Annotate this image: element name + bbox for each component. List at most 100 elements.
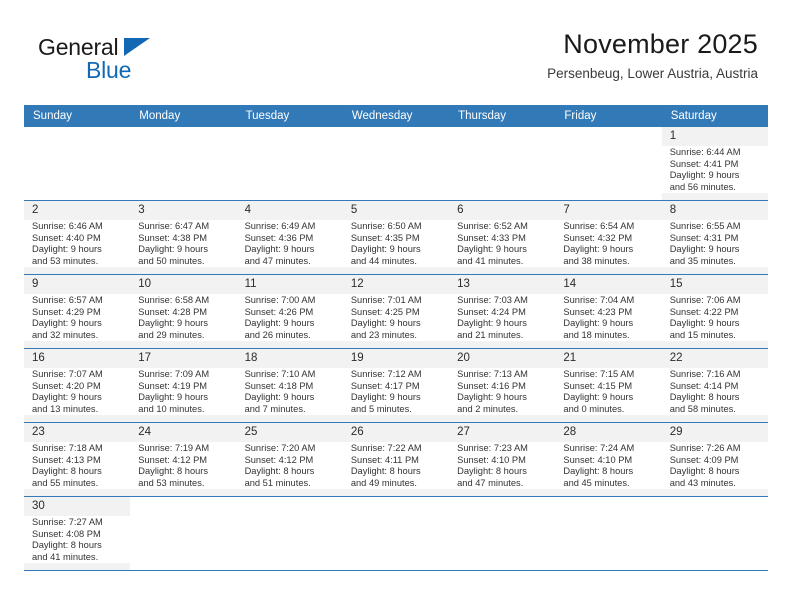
calendar-day-cell[interactable]: 18 Sunrise: 7:10 AM Sunset: 4:18 PM Dayligh…	[236, 348, 343, 423]
day-details: Sunrise: 7:15 AM Sunset: 4:15 PM Daylight:…	[555, 368, 662, 416]
calendar-day-cell[interactable]: 25 Sunrise: 7:20 AM Sunset: 4:12 PM Dayligh…	[236, 422, 343, 497]
daylight-text: Daylight: 8 hours	[32, 540, 102, 551]
sunset-text: Sunset: 4:14 PM	[669, 380, 739, 391]
daylight-text-cont: and 32 minutes.	[32, 329, 99, 340]
calendar-day-cell[interactable]: 19 Sunrise: 7:12 AM Sunset: 4:17 PM Dayligh…	[342, 348, 450, 423]
calendar-day-cell[interactable]: 2 Sunrise: 6:46 AM Sunset: 4:40 PM Daylight…	[24, 200, 131, 275]
calendar-day-cell[interactable]: 30 Sunrise: 7:27 AM Sunset: 4:08 PM Dayligh…	[24, 496, 131, 571]
daylight-text: Daylight: 8 hours	[138, 466, 209, 477]
calendar-cell-inner: 8 Sunrise: 6:55 AM Sunset: 4:31 PM Daylight…	[661, 201, 768, 274]
weekday-header-monday: Monday	[130, 105, 237, 127]
calendar-cell-empty	[555, 496, 662, 571]
calendar-day-cell[interactable]: 13 Sunrise: 7:03 AM Sunset: 4:24 PM Dayligh…	[449, 274, 556, 349]
daylight-text: Daylight: 8 hours	[457, 466, 527, 477]
daylight-text: Daylight: 9 hours	[563, 318, 634, 329]
daylight-text: Daylight: 9 hours	[350, 318, 421, 329]
daylight-text-cont: and 15 minutes.	[669, 329, 736, 340]
calendar-day-cell[interactable]: 12 Sunrise: 7:01 AM Sunset: 4:25 PM Dayligh…	[342, 274, 450, 349]
calendar-day-cell[interactable]: 22 Sunrise: 7:16 AM Sunset: 4:14 PM Dayligh…	[661, 348, 768, 423]
calendar-day-cell[interactable]: 7 Sunrise: 6:54 AM Sunset: 4:32 PM Daylight…	[555, 200, 662, 275]
calendar-day-cell[interactable]: 11 Sunrise: 7:00 AM Sunset: 4:26 PM Dayligh…	[236, 274, 343, 349]
calendar-cell-inner: 10 Sunrise: 6:58 AM Sunset: 4:28 PM Dayligh…	[130, 275, 237, 348]
day-number: 18	[244, 352, 258, 364]
daylight-text-cont: and 55 minutes.	[32, 477, 99, 488]
calendar-day-cell[interactable]: 16 Sunrise: 7:07 AM Sunset: 4:20 PM Dayligh…	[24, 348, 131, 423]
calendar-day-cell[interactable]: 14 Sunrise: 7:04 AM Sunset: 4:23 PM Dayligh…	[555, 274, 662, 349]
sunrise-text: Sunrise: 7:18 AM	[32, 443, 103, 453]
calendar-day-cell[interactable]: 23 Sunrise: 7:18 AM Sunset: 4:13 PM Dayligh…	[24, 422, 131, 497]
calendar-cell-inner: 23 Sunrise: 7:18 AM Sunset: 4:13 PM Dayligh…	[24, 423, 131, 496]
sunset-text: Sunset: 4:40 PM	[32, 232, 101, 243]
calendar-day-cell[interactable]: 10 Sunrise: 6:58 AM Sunset: 4:28 PM Dayligh…	[130, 274, 237, 349]
sunrise-text: Sunrise: 7:09 AM	[138, 369, 210, 379]
day-details: Sunrise: 7:00 AM Sunset: 4:26 PM Daylight:…	[236, 294, 343, 342]
sunrise-text: Sunrise: 7:26 AM	[669, 443, 741, 453]
sunrise-text: Sunrise: 7:12 AM	[350, 369, 422, 379]
calendar-day-cell[interactable]: 27 Sunrise: 7:23 AM Sunset: 4:10 PM Dayligh…	[449, 422, 556, 497]
day-details: Sunrise: 6:57 AM Sunset: 4:29 PM Daylight:…	[24, 294, 131, 342]
calendar-day-cell[interactable]: 21 Sunrise: 7:15 AM Sunset: 4:15 PM Dayligh…	[555, 348, 662, 423]
calendar-cell-inner	[130, 497, 236, 570]
sunrise-text: Sunrise: 6:50 AM	[350, 221, 422, 231]
daylight-text: Daylight: 9 hours	[669, 318, 740, 329]
sunrise-text: Sunrise: 7:10 AM	[244, 369, 316, 379]
calendar-day-cell[interactable]: 29 Sunrise: 7:26 AM Sunset: 4:09 PM Dayligh…	[661, 422, 768, 497]
day-number: 25	[244, 426, 258, 438]
day-details: Sunrise: 7:10 AM Sunset: 4:18 PM Daylight:…	[236, 368, 343, 416]
calendar-cell-inner	[130, 127, 236, 200]
calendar-day-cell[interactable]: 3 Sunrise: 6:47 AM Sunset: 4:38 PM Daylight…	[130, 200, 237, 275]
calendar-day-cell[interactable]: 20 Sunrise: 7:13 AM Sunset: 4:16 PM Dayligh…	[449, 348, 556, 423]
day-details: Sunrise: 7:01 AM Sunset: 4:25 PM Daylight:…	[342, 294, 450, 342]
daylight-text-cont: and 47 minutes.	[457, 477, 524, 488]
brand-logo[interactable]: General Blue	[38, 34, 188, 86]
calendar-day-cell[interactable]: 24 Sunrise: 7:19 AM Sunset: 4:12 PM Dayligh…	[130, 422, 237, 497]
sunrise-text: Sunrise: 7:13 AM	[457, 369, 528, 379]
daylight-text-cont: and 45 minutes.	[563, 477, 630, 488]
day-number: 14	[563, 278, 577, 290]
weekday-header-row: Sunday Monday Tuesday Wednesday Thursday Frid…	[24, 105, 768, 127]
calendar-day-cell[interactable]: 9 Sunrise: 6:57 AM Sunset: 4:29 PM Daylight…	[24, 274, 131, 349]
calendar-cell-inner: 13 Sunrise: 7:03 AM Sunset: 4:24 PM Dayligh…	[449, 275, 556, 348]
calendar-cell-inner: 16 Sunrise: 7:07 AM Sunset: 4:20 PM Dayligh…	[24, 349, 131, 422]
calendar-day-cell[interactable]: 28 Sunrise: 7:24 AM Sunset: 4:10 PM Dayligh…	[555, 422, 662, 497]
page-title: November 2025	[563, 29, 758, 59]
daylight-text-cont: and 35 minutes.	[669, 255, 736, 266]
daylight-text-cont: and 18 minutes.	[563, 329, 630, 340]
day-details: Sunrise: 7:27 AM Sunset: 4:08 PM Daylight:…	[24, 516, 131, 564]
day-details: Sunrise: 7:03 AM Sunset: 4:24 PM Daylight:…	[449, 294, 556, 342]
daylight-text-cont: and 44 minutes.	[350, 255, 417, 266]
calendar-cell-inner: 25 Sunrise: 7:20 AM Sunset: 4:12 PM Dayligh…	[236, 423, 343, 496]
daylight-text: Daylight: 9 hours	[350, 244, 421, 255]
sunrise-text: Sunrise: 6:52 AM	[457, 221, 528, 231]
day-number: 3	[138, 204, 145, 216]
calendar-day-cell[interactable]: 4 Sunrise: 6:49 AM Sunset: 4:36 PM Daylight…	[236, 200, 343, 275]
sunset-text: Sunset: 4:35 PM	[350, 232, 420, 243]
calendar-day-cell[interactable]: 15 Sunrise: 7:06 AM Sunset: 4:22 PM Dayligh…	[661, 274, 768, 349]
sunset-text: Sunset: 4:19 PM	[138, 380, 208, 391]
calendar-day-cell[interactable]: 6 Sunrise: 6:52 AM Sunset: 4:33 PM Daylight…	[449, 200, 556, 275]
calendar-day-cell[interactable]: 1 Sunrise: 6:44 AM Sunset: 4:41 PM Daylight…	[661, 127, 768, 201]
day-details: Sunrise: 7:07 AM Sunset: 4:20 PM Daylight:…	[24, 368, 131, 416]
calendar-week-row: 9 Sunrise: 6:57 AM Sunset: 4:29 PM Daylight…	[24, 274, 768, 349]
calendar-day-cell[interactable]: 26 Sunrise: 7:22 AM Sunset: 4:11 PM Dayligh…	[342, 422, 450, 497]
calendar-cell-inner: 6 Sunrise: 6:52 AM Sunset: 4:33 PM Daylight…	[449, 201, 556, 274]
day-details: Sunrise: 7:12 AM Sunset: 4:17 PM Daylight:…	[342, 368, 450, 416]
day-details: Sunrise: 7:09 AM Sunset: 4:19 PM Daylight:…	[130, 368, 237, 416]
daylight-text: Daylight: 9 hours	[138, 392, 209, 403]
calendar-cell-inner	[449, 127, 555, 200]
sunrise-text: Sunrise: 7:07 AM	[32, 369, 103, 379]
daylight-text: Daylight: 8 hours	[32, 466, 102, 477]
sunset-text: Sunset: 4:09 PM	[669, 454, 739, 465]
calendar-day-cell[interactable]: 5 Sunrise: 6:50 AM Sunset: 4:35 PM Daylight…	[342, 200, 450, 275]
calendar-cell-inner	[555, 497, 661, 570]
calendar-cell-empty	[449, 127, 556, 201]
calendar-cell-inner: 22 Sunrise: 7:16 AM Sunset: 4:14 PM Dayligh…	[661, 349, 768, 422]
calendar-day-cell[interactable]: 17 Sunrise: 7:09 AM Sunset: 4:19 PM Dayligh…	[130, 348, 237, 423]
daylight-text: Daylight: 9 hours	[244, 244, 315, 255]
sunset-text: Sunset: 4:33 PM	[457, 232, 526, 243]
calendar-cell-inner	[662, 497, 768, 570]
calendar-day-cell[interactable]: 8 Sunrise: 6:55 AM Sunset: 4:31 PM Daylight…	[661, 200, 768, 275]
daylight-text: Daylight: 9 hours	[32, 392, 102, 403]
day-number: 4	[244, 204, 251, 216]
day-details: Sunrise: 6:46 AM Sunset: 4:40 PM Daylight:…	[24, 220, 131, 268]
